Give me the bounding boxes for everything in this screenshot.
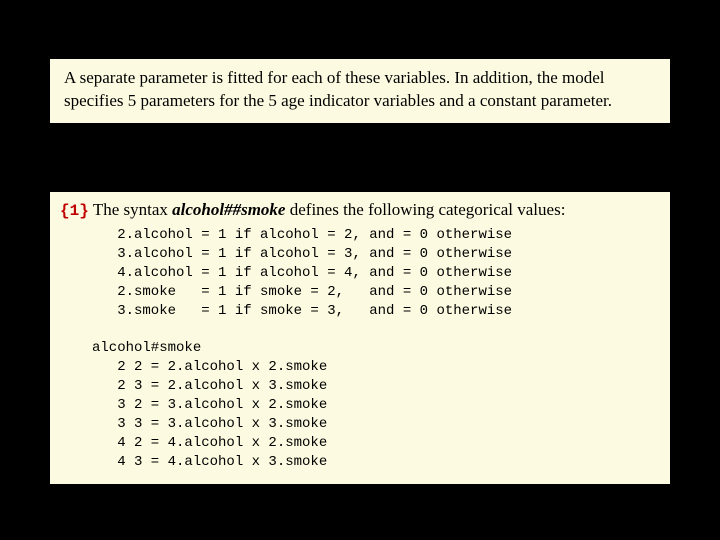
info-box-bottom: {1} The syntax alcohol##smoke defines th… — [48, 190, 672, 486]
code-block: 2.alcohol = 1 if alcohol = 2, and = 0 ot… — [60, 226, 660, 472]
info-text-top: A separate parameter is fitted for each … — [64, 67, 656, 113]
intro-term: alcohol##smoke — [172, 200, 285, 219]
intro-text: The syntax alcohol##smoke defines the fo… — [93, 200, 566, 219]
annotation-marker: {1} — [60, 202, 89, 220]
intro-before: The syntax — [93, 200, 172, 219]
info-box-top: A separate parameter is fitted for each … — [48, 57, 672, 125]
intro-after: defines the following categorical values… — [285, 200, 565, 219]
intro-line: {1} The syntax alcohol##smoke defines th… — [60, 200, 660, 220]
